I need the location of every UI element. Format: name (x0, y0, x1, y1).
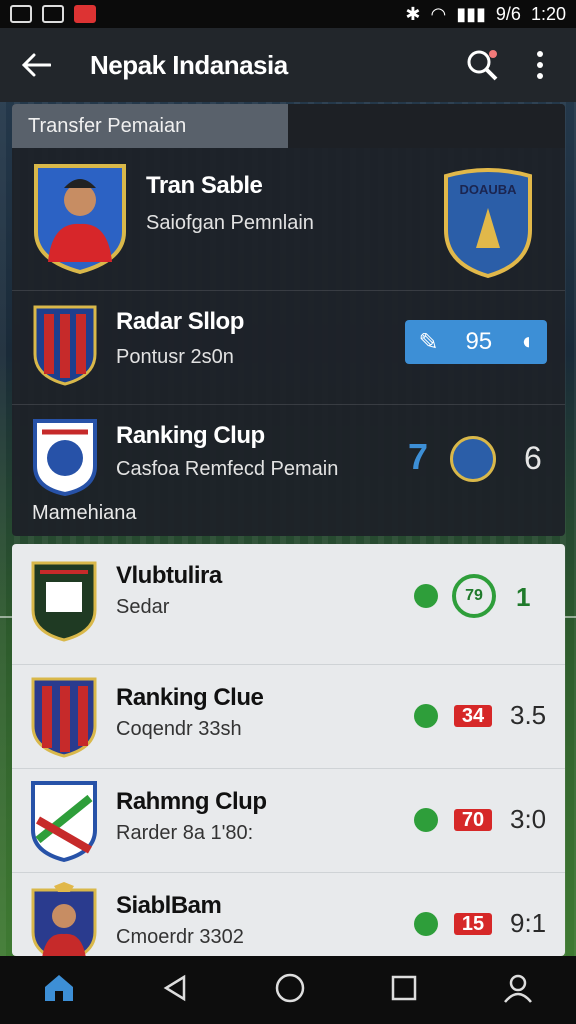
club-crest-icon (30, 780, 98, 863)
profile-icon[interactable] (502, 972, 534, 1009)
bottom-nav-bar (0, 956, 576, 1024)
row-subtitle: Saiofgan Pemnlain (146, 212, 314, 234)
row-name: SiablBam (116, 892, 222, 919)
win-icon (414, 704, 438, 728)
alert-icon (74, 5, 96, 23)
panel-header: Transfer Pemaian (12, 104, 565, 148)
gallery-icon (10, 5, 32, 23)
row-subtitle: Rarder 8a 1'80: (116, 822, 254, 844)
wifi-icon: ◠ (430, 3, 447, 24)
score-badge: 34 (454, 705, 492, 727)
player-portrait-crest (30, 882, 98, 956)
home-icon[interactable] (42, 971, 76, 1010)
panel-footer-text: Mamehiana (32, 502, 137, 524)
back-arrow-icon[interactable] (16, 45, 56, 85)
app-title: Nepak Indanasia (90, 49, 288, 80)
club-badge-label: DOAUBA (459, 182, 517, 197)
list-item[interactable]: Rahmng Clup Rarder 8a 1'80: 70 3:0 (12, 768, 565, 873)
list-item[interactable]: Vlubtulira Sedar 79 1 (12, 544, 565, 665)
recents-square-icon[interactable] (390, 974, 418, 1007)
row-name: Ranking Clup (116, 422, 265, 449)
bowl-icon: ◖ (519, 328, 534, 355)
row-name: Radar Sllop (116, 308, 244, 335)
row-subtitle: Coqendr 33sh (116, 718, 242, 740)
score-badge: 79 (452, 574, 496, 618)
row-name: Tran Sable (146, 172, 263, 199)
club-badge-icon: DOAUBA (442, 168, 534, 279)
win-icon (414, 584, 438, 608)
club-crest-icon (32, 304, 98, 386)
row-subtitle: Casfoa Remfecd Pemain (116, 458, 339, 480)
bluetooth-icon: ✱ (405, 3, 421, 24)
row-score: 1 (516, 582, 531, 612)
row-subtitle: Pontusr 2s0n (116, 346, 234, 368)
score-badge: 15 (454, 913, 492, 935)
list-item[interactable]: Ranking Clue Coqendr 33sh 34 3.5 (12, 664, 565, 769)
pen-icon: ✎ (418, 328, 439, 356)
win-icon (414, 912, 438, 936)
transfer-panel: Transfer Pemaian Tran Sable Saiofgan Pem… (12, 104, 565, 536)
app-bar: Nepak Indanasia (0, 28, 576, 102)
row-score: 3:0 (510, 804, 547, 834)
club-crest-icon (30, 676, 98, 758)
right-score: 6 (524, 440, 542, 476)
battery-text: 9/6 (495, 3, 521, 24)
win-icon (414, 808, 438, 832)
club-crest-icon (30, 560, 98, 642)
back-triangle-icon[interactable] (160, 973, 190, 1008)
chip-value: 95 (465, 328, 493, 355)
row-subtitle: Cmoerdr 3302 (116, 926, 244, 948)
club-badge-small-icon (450, 436, 496, 482)
rating-chip-button[interactable]: ✎ 95 ◖ (405, 320, 547, 364)
list-item[interactable]: SiablBam Cmoerdr 3302 15 9:1 (12, 872, 565, 956)
row-score: 3.5 (510, 700, 547, 730)
status-bar: ✱ ◠ ▮▮▮ 9/6 1:20 (0, 0, 576, 28)
row-name: Rahmng Clup (116, 788, 267, 815)
signal-icon: ▮▮▮ (456, 3, 486, 24)
player-portrait-crest (32, 162, 128, 275)
score-badge: 70 (454, 809, 492, 831)
club-crest-icon (32, 418, 98, 497)
row-score: 9:1 (510, 908, 547, 938)
more-vert-icon[interactable] (520, 45, 560, 85)
clock: 1:20 (530, 3, 566, 24)
photo-icon (42, 5, 64, 23)
left-score: 7 (408, 436, 429, 477)
home-circle-icon[interactable] (274, 972, 306, 1009)
tab-transfer-pemaian[interactable]: Transfer Pemaian (12, 104, 288, 148)
row-subtitle: Sedar (116, 596, 170, 618)
row-name: Vlubtulira (116, 562, 222, 589)
search-icon[interactable] (462, 45, 502, 85)
ranking-list: Vlubtulira Sedar 79 1 Ranking Clue Coqen… (12, 544, 565, 956)
row-name: Ranking Clue (116, 684, 264, 711)
